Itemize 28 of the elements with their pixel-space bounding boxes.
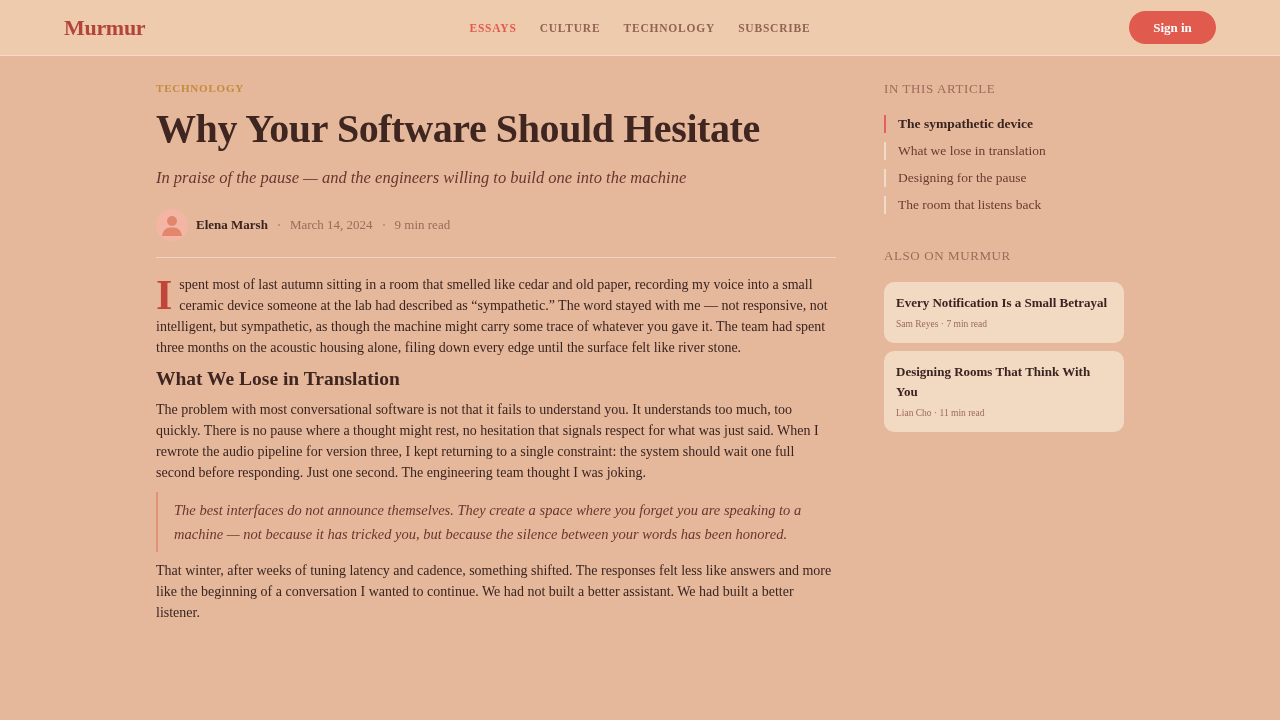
avatar-silhouette-icon — [156, 209, 188, 241]
article-subtitle: In praise of the pause — and the engineers willing to build one into the machine — [156, 168, 688, 188]
related-article-card[interactable]: Designing Rooms That Think With You Lian Cho · 11 min read — [884, 351, 1124, 432]
paragraph: That winter, after weeks of tuning latency and cadence, something shifted. The responses felt less like answers and more like the beginning of a conversation I wanted to continue. We had not built a better assistant. We had built a better listener. — [156, 562, 833, 622]
paragraph: The problem with most conversational software is not that it fails to understand you. It understands too much, too quickly. There is no pause where a thought might rest, no hesitation that signals respect for what was just said. When I rewrote the audio pipeline for version three, I kept returning to a single constraint: the system should wait one full second before responding. Just one second. The engineering team thought I was joking. — [156, 401, 820, 482]
toc-link[interactable]: What we lose in translation — [884, 142, 1124, 160]
toc-heading: IN THIS ARTICLE — [884, 82, 997, 96]
site-logo[interactable]: Murmur — [64, 14, 146, 41]
pull-quote: The best interfaces do not announce themselves. They create a space where you forget you are speaking to a machine — not because it has tricked you, but because the silence between your words has been honored. — [156, 492, 836, 552]
card-meta: Sam Reyes · 7 min read — [896, 318, 989, 331]
card-title: Every Notification Is a Small Betrayal — [896, 294, 1109, 312]
nav-link[interactable]: TECHNOLOGY — [623, 21, 716, 34]
read-time: 9 min read — [394, 217, 451, 233]
sign-in-button[interactable]: Sign in — [1129, 11, 1216, 44]
publish-date: March 14, 2024 — [289, 217, 373, 233]
category-label: TECHNOLOGY — [156, 82, 245, 94]
related-heading: ALSO ON MURMUR — [884, 249, 1012, 263]
card-title: Designing Rooms That Think With You — [896, 363, 1092, 401]
author-name: Elena Marsh — [196, 217, 268, 233]
nav-link[interactable]: SUBSCRIBE — [738, 21, 811, 34]
toc-link[interactable]: Designing for the pause — [884, 169, 1124, 187]
article-title: Why Your Software Should Hesitate — [156, 106, 761, 152]
nav-link[interactable]: CULTURE — [539, 21, 601, 34]
card-meta: Lian Cho · 11 min read — [896, 407, 986, 420]
related-article-card[interactable]: Every Notification Is a Small Betrayal Sam Reyes · 7 min read — [884, 282, 1124, 343]
section-heading: What We Lose in Translation — [156, 367, 401, 391]
toc-link[interactable]: The room that listens back — [884, 196, 1124, 214]
toc-link[interactable]: The sympathetic device — [884, 115, 1124, 133]
